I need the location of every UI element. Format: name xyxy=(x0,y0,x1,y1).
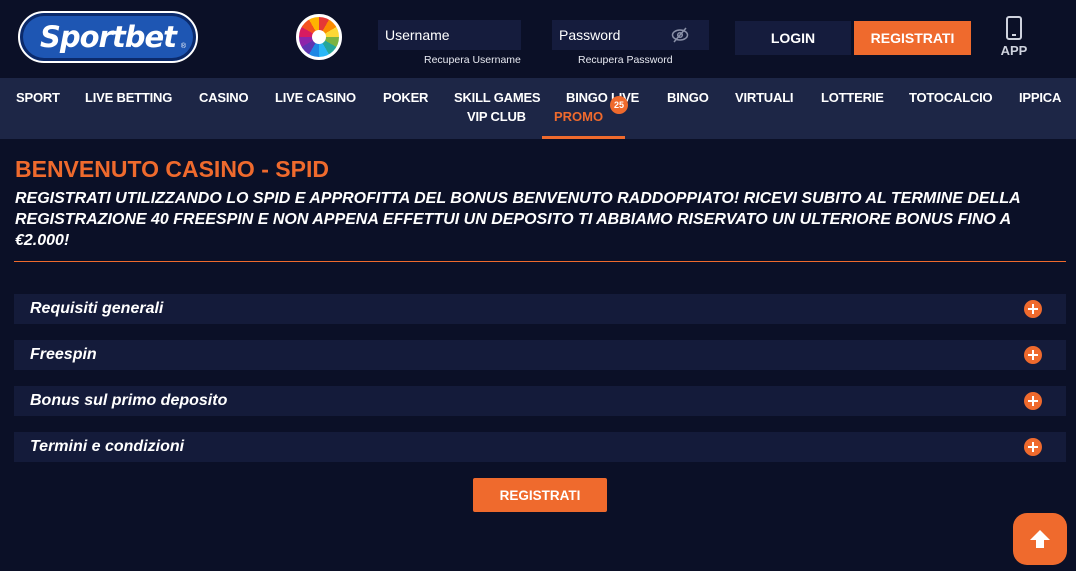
scroll-to-top-button[interactable] xyxy=(1013,513,1067,565)
page-subtitle: REGISTRATI UTILIZZANDO LO SPID E APPROFI… xyxy=(15,190,1021,249)
nav-item-skill-games[interactable]: SKILL GAMES xyxy=(454,90,541,105)
phone-icon xyxy=(1006,16,1022,40)
nav-item-virtuali[interactable]: VIRTUALI xyxy=(735,90,794,105)
register-button[interactable]: REGISTRATI xyxy=(473,478,607,512)
page: Sportbet ® Username Password Recupera Us… xyxy=(0,0,1076,571)
nav-item-promo[interactable]: PROMO 25 xyxy=(542,96,628,139)
nav-item-bingo[interactable]: BINGO xyxy=(667,90,709,105)
accordion-label: Freespin xyxy=(30,346,97,363)
accordion-termini-condizioni[interactable]: Termini e condizioni xyxy=(14,432,1066,462)
accordion-label: Bonus sul primo deposito xyxy=(30,392,228,409)
app-link[interactable]: APP xyxy=(994,16,1034,60)
main-nav: SPORT LIVE BETTING CASINO LIVE CASINO PO… xyxy=(0,78,1076,139)
username-field[interactable]: Username xyxy=(378,20,521,50)
nav-item-vip-club[interactable]: VIP CLUB xyxy=(467,109,526,124)
username-placeholder: Username xyxy=(385,27,450,43)
wheel-hub xyxy=(312,30,326,44)
plus-icon[interactable] xyxy=(1024,346,1042,364)
nav-item-live-casino[interactable]: LIVE CASINO xyxy=(275,90,356,105)
accordion-bonus-primo-deposito[interactable]: Bonus sul primo deposito xyxy=(14,386,1066,416)
plus-icon[interactable] xyxy=(1024,300,1042,318)
arrow-up-icon xyxy=(1030,530,1050,548)
page-title: BENVENUTO CASINO - SPID xyxy=(15,156,329,182)
app-label: APP xyxy=(1000,43,1028,58)
nav-item-bingo-live[interactable]: BINGO LIVE xyxy=(566,90,639,105)
nav-row-1: SPORT LIVE BETTING CASINO LIVE CASINO PO… xyxy=(0,90,1076,108)
nav-item-sport[interactable]: SPORT xyxy=(16,90,60,105)
password-field[interactable]: Password xyxy=(552,20,709,50)
plus-icon[interactable] xyxy=(1024,438,1042,456)
promo-count-badge: 25 xyxy=(610,96,628,114)
header: Sportbet ® Username Password Recupera Us… xyxy=(0,0,1076,78)
nav-item-poker[interactable]: POKER xyxy=(383,90,428,105)
accordion-requisiti-generali[interactable]: Requisiti generali xyxy=(14,294,1066,324)
logo-text: Sportbet xyxy=(39,20,177,54)
password-placeholder: Password xyxy=(559,27,621,43)
recover-password-link[interactable]: Recupera Password xyxy=(578,54,673,66)
accordion-label: Requisiti generali xyxy=(30,300,164,317)
nav-item-ippica[interactable]: IPPICA xyxy=(1019,90,1061,105)
promo-label: PROMO xyxy=(554,109,604,124)
accordion-freespin[interactable]: Freespin xyxy=(14,340,1066,370)
nav-item-totocalcio[interactable]: TOTOCALCIO xyxy=(909,90,993,105)
divider xyxy=(14,261,1066,262)
recover-username-link[interactable]: Recupera Username xyxy=(424,54,521,66)
register-button-header[interactable]: REGISTRATI xyxy=(854,21,971,55)
accordion-label: Termini e condizioni xyxy=(30,438,185,455)
logo-registered-mark: ® xyxy=(180,43,186,50)
nav-item-lotterie[interactable]: LOTTERIE xyxy=(821,90,884,105)
eye-slash-icon[interactable] xyxy=(671,27,689,43)
nav-row-2: VIP CLUB PROMO 25 xyxy=(0,96,1076,139)
wheel-icon[interactable] xyxy=(296,14,342,60)
sportbet-logo[interactable]: Sportbet ® xyxy=(18,11,198,63)
nav-item-casino[interactable]: CASINO xyxy=(199,90,249,105)
plus-icon[interactable] xyxy=(1024,392,1042,410)
login-button[interactable]: LOGIN xyxy=(735,21,851,55)
nav-item-live-betting[interactable]: LIVE BETTING xyxy=(85,90,172,105)
